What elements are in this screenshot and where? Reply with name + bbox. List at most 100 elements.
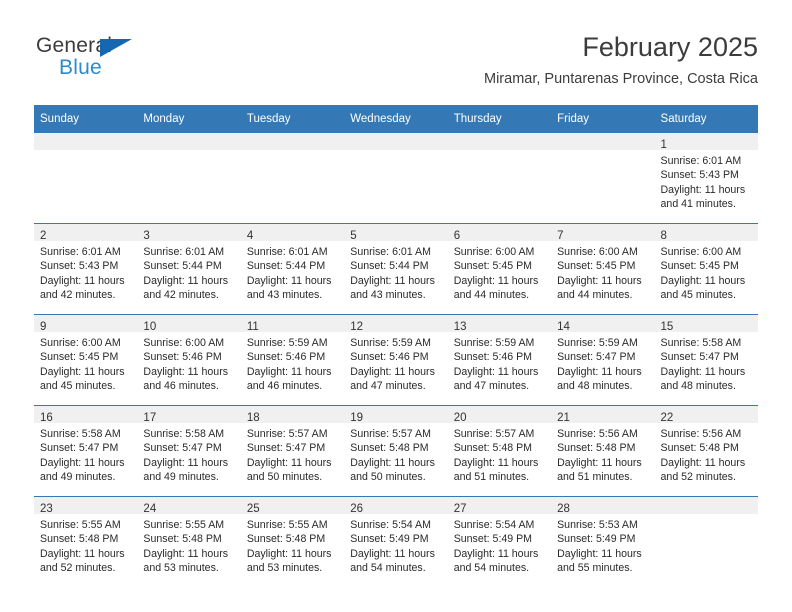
daylight-text-line2: and 49 minutes. — [40, 471, 116, 484]
day-cell-inner: 18 Sunrise: 5:57 AM Sunset: 5:47 PM Dayligh… — [240, 406, 345, 496]
sunset-text: Sunset: 5:43 PM — [660, 169, 739, 182]
calendar-day-cell[interactable]: 24 Sunrise: 5:55 AM Sunset: 5:48 PM Dayligh… — [137, 496, 241, 587]
daylight-text-line1: Daylight: 11 hours — [40, 365, 125, 378]
logo-text-blue: Blue — [59, 56, 102, 79]
sunrise-text: Sunrise: 6:01 AM — [40, 246, 121, 258]
day-cell-inner: 9 Sunrise: 6:00 AM Sunset: 5:45 PM Daylight… — [34, 315, 138, 405]
sunrise-text: Sunrise: 5:59 AM — [246, 337, 328, 349]
calendar-day-cell[interactable]: 27 Sunrise: 5:54 AM Sunset: 5:49 PM Dayligh… — [447, 496, 552, 587]
daylight-text-line2: and 45 minutes. — [40, 380, 116, 393]
daylight-text-line1: Daylight: 11 hours — [453, 456, 539, 469]
calendar-day-cell[interactable]: 21 Sunrise: 5:56 AM Sunset: 5:48 PM Dayligh… — [551, 405, 655, 497]
day-number: 26 — [350, 503, 364, 515]
day-cell-inner — [240, 133, 345, 223]
weekday-header-saturday: Saturday — [654, 105, 758, 133]
calendar-day-cell[interactable]: 16 Sunrise: 5:58 AM Sunset: 5:47 PM Dayligh… — [34, 405, 138, 497]
day-cell-details: Sunrise: 5:59 AM Sunset: 5:46 PM Daylight:… — [344, 332, 447, 394]
calendar-day-cell[interactable]: 11 Sunrise: 5:59 AM Sunset: 5:46 PM Dayligh… — [240, 314, 345, 406]
calendar-day-cell[interactable]: 9 Sunrise: 6:00 AM Sunset: 5:45 PM Daylight… — [34, 314, 138, 406]
day-number-band: 24 — [137, 497, 241, 515]
general-blue-logo[interactable]: General Blue — [34, 34, 234, 90]
sunrise-text: Sunrise: 5:56 AM — [660, 428, 742, 440]
day-cell-details: Sunrise: 5:58 AM Sunset: 5:47 PM Daylight:… — [34, 423, 137, 485]
calendar-day-cell[interactable]: 5 Sunrise: 6:01 AM Sunset: 5:44 PM Daylight… — [344, 223, 448, 315]
daylight-text-line1: Daylight: 11 hours — [350, 274, 435, 287]
calendar-day-cell[interactable]: 13 Sunrise: 5:59 AM Sunset: 5:46 PM Dayligh… — [447, 314, 552, 406]
calendar-day-cell[interactable]: 10 Sunrise: 6:00 AM Sunset: 5:46 PM Dayligh… — [137, 314, 241, 406]
day-cell-details: Sunrise: 6:01 AM Sunset: 5:44 PM Daylight:… — [344, 241, 447, 303]
daylight-text-line2: and 50 minutes. — [350, 471, 426, 484]
daylight-text-line2: and 44 minutes. — [557, 289, 633, 302]
calendar-day-cell[interactable]: 18 Sunrise: 5:57 AM Sunset: 5:47 PM Dayligh… — [240, 405, 345, 497]
calendar-day-cell[interactable]: 2 Sunrise: 6:01 AM Sunset: 5:43 PM Daylight… — [34, 223, 138, 315]
calendar-day-cell[interactable]: 12 Sunrise: 5:59 AM Sunset: 5:46 PM Dayligh… — [344, 314, 448, 406]
sunset-text: Sunset: 5:48 PM — [350, 442, 429, 455]
day-cell-details: Sunrise: 5:56 AM Sunset: 5:48 PM Daylight:… — [551, 423, 654, 485]
day-cell-inner — [34, 133, 138, 223]
daylight-text-line2: and 51 minutes. — [557, 471, 633, 484]
daylight-text-line1: Daylight: 11 hours — [143, 274, 229, 287]
day-number: 14 — [557, 321, 570, 333]
daylight-text-line2: and 42 minutes. — [40, 289, 116, 302]
day-cell-inner: 21 Sunrise: 5:56 AM Sunset: 5:48 PM Dayligh… — [551, 406, 655, 496]
day-cell-inner — [551, 133, 655, 223]
day-cell-inner: 23 Sunrise: 5:55 AM Sunset: 5:48 PM Dayligh… — [34, 497, 138, 587]
sunrise-text: Sunrise: 6:01 AM — [246, 246, 328, 258]
weekday-header-thursday: Thursday — [447, 105, 552, 133]
day-cell-inner: 16 Sunrise: 5:58 AM Sunset: 5:47 PM Dayligh… — [34, 406, 138, 496]
calendar-day-cell[interactable]: 22 Sunrise: 5:56 AM Sunset: 5:48 PM Dayligh… — [654, 405, 758, 497]
calendar-day-cell[interactable]: 28 Sunrise: 5:53 AM Sunset: 5:49 PM Dayligh… — [551, 496, 655, 587]
day-cell-details: Sunrise: 5:53 AM Sunset: 5:49 PM Daylight:… — [551, 514, 654, 576]
calendar-day-cell[interactable]: 20 Sunrise: 5:57 AM Sunset: 5:48 PM Dayligh… — [447, 405, 552, 497]
sunset-text: Sunset: 5:44 PM — [143, 260, 222, 273]
daylight-text-line2: and 55 minutes. — [557, 562, 633, 575]
day-cell-inner: 2 Sunrise: 6:01 AM Sunset: 5:43 PM Daylight… — [34, 224, 138, 314]
day-number-band: 10 — [137, 315, 241, 333]
calendar-day-cell[interactable]: 4 Sunrise: 6:01 AM Sunset: 5:44 PM Daylight… — [240, 223, 345, 315]
calendar-week-row: 9 Sunrise: 6:00 AM Sunset: 5:45 PM Daylight… — [34, 314, 758, 406]
day-number-band: 18 — [240, 406, 345, 424]
calendar-day-cell-empty — [344, 133, 448, 224]
calendar-day-cell[interactable]: 26 Sunrise: 5:54 AM Sunset: 5:49 PM Dayligh… — [344, 496, 448, 587]
daylight-text-line1: Daylight: 11 hours — [350, 456, 435, 469]
day-cell-details: Sunrise: 5:57 AM Sunset: 5:48 PM Daylight:… — [448, 423, 551, 485]
sunrise-text: Sunrise: 5:54 AM — [350, 519, 431, 531]
sunset-text: Sunset: 5:49 PM — [453, 533, 533, 546]
calendar-day-cell[interactable]: 1 Sunrise: 6:01 AM Sunset: 5:43 PM Daylight… — [654, 133, 758, 224]
calendar-day-cell[interactable]: 19 Sunrise: 5:57 AM Sunset: 5:48 PM Dayligh… — [344, 405, 448, 497]
daylight-text-line1: Daylight: 11 hours — [557, 365, 642, 378]
calendar-day-cell[interactable]: 17 Sunrise: 5:58 AM Sunset: 5:47 PM Dayligh… — [137, 405, 241, 497]
calendar-day-cell-empty — [551, 133, 655, 224]
daylight-text-line2: and 46 minutes. — [246, 380, 323, 393]
calendar-day-cell[interactable]: 6 Sunrise: 6:00 AM Sunset: 5:45 PM Daylight… — [447, 223, 552, 315]
sunrise-text: Sunrise: 5:59 AM — [557, 337, 638, 349]
day-cell-details: Sunrise: 6:00 AM Sunset: 5:45 PM Daylight:… — [448, 241, 551, 303]
sunrise-text: Sunrise: 6:00 AM — [660, 246, 742, 258]
daylight-text-line2: and 41 minutes. — [660, 198, 736, 211]
day-cell-inner: 7 Sunrise: 6:00 AM Sunset: 5:45 PM Daylight… — [551, 224, 655, 314]
daylight-text-line1: Daylight: 11 hours — [40, 274, 125, 287]
day-number: 12 — [350, 321, 364, 333]
day-cell-details: Sunrise: 6:00 AM Sunset: 5:46 PM Daylight:… — [137, 332, 240, 394]
calendar-day-cell[interactable]: 14 Sunrise: 5:59 AM Sunset: 5:47 PM Dayligh… — [551, 314, 655, 406]
day-cell-details: Sunrise: 5:54 AM Sunset: 5:49 PM Daylight:… — [448, 514, 551, 576]
calendar-day-cell[interactable]: 8 Sunrise: 6:00 AM Sunset: 5:45 PM Daylight… — [654, 223, 758, 315]
day-number: 22 — [660, 412, 674, 424]
daylight-text-line1: Daylight: 11 hours — [453, 547, 539, 560]
calendar-day-cell[interactable]: 23 Sunrise: 5:55 AM Sunset: 5:48 PM Dayligh… — [34, 496, 138, 587]
calendar-day-cell[interactable]: 7 Sunrise: 6:00 AM Sunset: 5:45 PM Daylight… — [551, 223, 655, 315]
day-number: 13 — [453, 321, 467, 333]
calendar-day-cell[interactable]: 3 Sunrise: 6:01 AM Sunset: 5:44 PM Daylight… — [137, 223, 241, 315]
sunset-text: Sunset: 5:46 PM — [453, 351, 533, 364]
day-number-band: 28 — [551, 497, 655, 515]
daylight-text-line1: Daylight: 11 hours — [557, 274, 642, 287]
calendar-day-cell-empty — [447, 133, 552, 224]
day-cell-inner — [654, 497, 758, 587]
day-cell-inner: 28 Sunrise: 5:53 AM Sunset: 5:49 PM Dayligh… — [551, 497, 655, 587]
calendar-day-cell[interactable]: 15 Sunrise: 5:58 AM Sunset: 5:47 PM Dayligh… — [654, 314, 758, 406]
day-number: 3 — [143, 230, 150, 242]
day-number: 5 — [350, 230, 357, 242]
day-cell-inner: 10 Sunrise: 6:00 AM Sunset: 5:46 PM Dayligh… — [137, 315, 241, 405]
day-cell-inner: 6 Sunrise: 6:00 AM Sunset: 5:45 PM Daylight… — [447, 224, 552, 314]
calendar-day-cell[interactable]: 25 Sunrise: 5:55 AM Sunset: 5:48 PM Dayligh… — [240, 496, 345, 587]
